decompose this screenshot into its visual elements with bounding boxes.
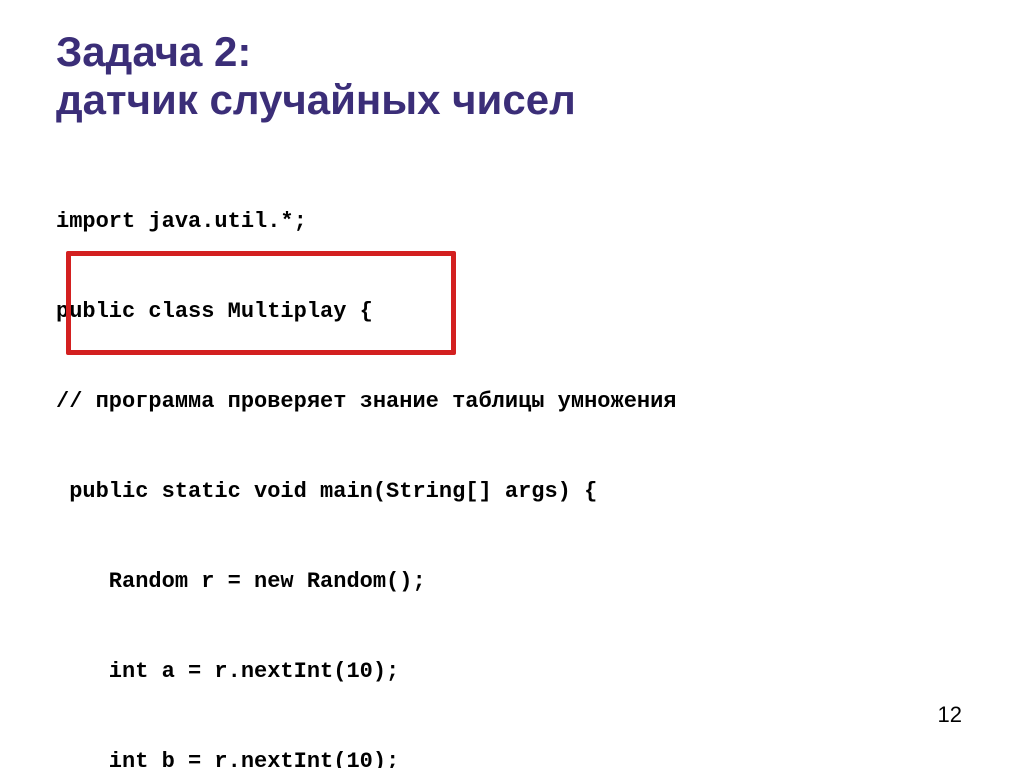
code-line: Random r = new Random();: [56, 567, 968, 597]
code-line: public static void main(String[] args) {: [56, 477, 968, 507]
code-line: int b = r.nextInt(10);: [56, 747, 968, 768]
slide: Задача 2: датчик случайных чисел import …: [0, 0, 1024, 768]
code-line: public class Multiplay {: [56, 297, 968, 327]
code-line: int a = r.nextInt(10);: [56, 657, 968, 687]
page-number: 12: [938, 702, 962, 728]
title-line-2: датчик случайных чисел: [56, 76, 576, 123]
title-line-1: Задача 2:: [56, 28, 251, 75]
code-line: import java.util.*;: [56, 207, 968, 237]
code-block: import java.util.*; public class Multipl…: [56, 147, 968, 768]
slide-title: Задача 2: датчик случайных чисел: [56, 28, 968, 125]
code-line: // программа проверяет знание таблицы ум…: [56, 387, 968, 417]
